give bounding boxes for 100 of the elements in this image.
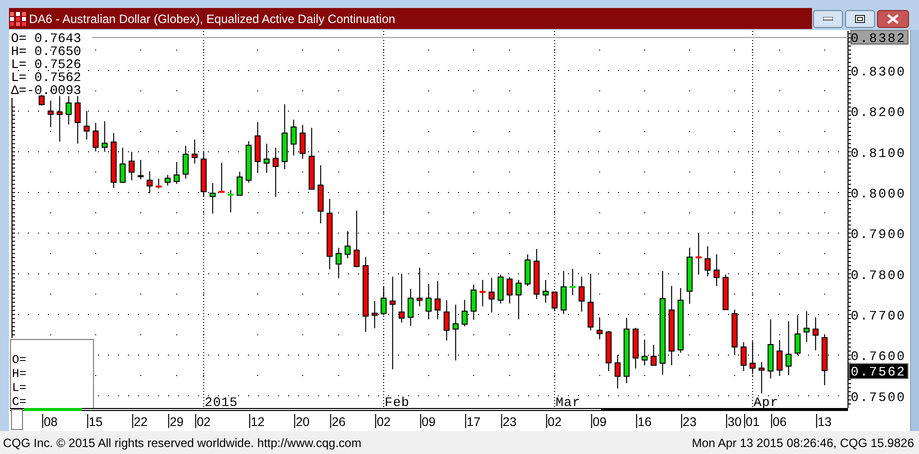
date-label: 17 (466, 415, 481, 429)
candlestick (678, 288, 684, 354)
candlestick (128, 151, 135, 181)
cursor-legend-label: H= (12, 367, 26, 381)
candlestick (120, 147, 126, 184)
candlestick (210, 182, 216, 214)
candlestick (768, 318, 774, 379)
date-label: 09 (422, 415, 436, 429)
candlestick (290, 119, 297, 156)
minimize-button[interactable] (813, 10, 843, 28)
candlestick (452, 304, 459, 361)
last-price-label: 0.7562 (848, 363, 908, 380)
close-button[interactable] (877, 10, 909, 28)
candlestick (570, 268, 576, 296)
candlestick (758, 362, 765, 394)
candlestick (624, 317, 630, 384)
candlestick (48, 100, 54, 128)
candlestick (578, 276, 585, 312)
candlestick (138, 159, 144, 180)
date-label: 30 (728, 415, 742, 429)
candlestick (786, 320, 792, 376)
date-label: 26 (332, 415, 346, 429)
candlestick (506, 276, 513, 304)
date-label: 20 (296, 415, 310, 429)
candlestick (444, 300, 450, 341)
legend-text: Δ=-0.0093 (11, 83, 82, 98)
candlestick (336, 247, 342, 279)
date-label: 02 (196, 415, 211, 429)
status-timestamp: Mon Apr 13 2015 08:26:46, CQG 15.9826 (692, 434, 915, 452)
scrollbar[interactable] (910, 30, 919, 431)
price-label: 0.7600 (850, 349, 906, 364)
candlestick (236, 171, 243, 196)
candlestick (488, 277, 495, 313)
candlestick (192, 139, 198, 164)
candlestick (498, 274, 504, 304)
candlestick (102, 120, 108, 152)
close-icon (887, 14, 899, 24)
candlestick (408, 288, 414, 326)
legend-text: L= 0.7526 (11, 57, 82, 72)
candlestick (596, 316, 603, 340)
candlestick (560, 270, 567, 315)
candlestick (606, 330, 612, 372)
range-bar (24, 408, 82, 411)
date-label: 15 (88, 415, 103, 429)
date-label: 16 (638, 415, 652, 429)
candlestick (722, 274, 729, 310)
candlestick (480, 279, 486, 307)
legend-text: L= 0.7562 (11, 70, 82, 85)
date-label: 29 (170, 415, 184, 429)
candlestick (426, 283, 432, 320)
cursor-legend-label: L= (12, 381, 26, 395)
maximize-button[interactable] (845, 10, 875, 28)
price-label: 0.7900 (850, 227, 906, 242)
month-label: Mar (556, 395, 581, 410)
price-label: 0.8300 (850, 64, 906, 80)
candlestick (308, 127, 315, 190)
candlestick (524, 254, 531, 286)
price-label: 0.8100 (850, 146, 906, 161)
date-label: 01 (746, 415, 760, 429)
date-label: 02 (548, 415, 562, 429)
candlestick (642, 339, 648, 366)
candlestick (92, 122, 99, 152)
candlestick (470, 284, 477, 320)
scale-high-label: 0.8382 (850, 30, 908, 46)
price-label: 0.8000 (850, 186, 906, 202)
candlestick (326, 198, 333, 270)
candlestick (38, 94, 45, 106)
date-label: 06 (772, 415, 787, 429)
date-label: 23 (502, 415, 517, 429)
window-title: DA6 - Australian Dollar (Globex), Equalized Active Daily Continuation (29, 10, 396, 28)
date-label: 13 (818, 415, 832, 429)
cursor-legend-label: C= (12, 395, 26, 409)
candlestick (164, 174, 171, 186)
date-label: 22 (134, 415, 148, 429)
date-label: 08 (44, 415, 58, 429)
legend-text: O= 0.7643 (11, 31, 82, 46)
scroll-handle[interactable] (11, 409, 23, 430)
candlestick (66, 96, 72, 126)
price-label: 0.8200 (850, 105, 906, 120)
month-label: 2015 (204, 395, 238, 410)
date-label: 02 (376, 415, 391, 429)
candlestick (686, 247, 693, 304)
candlestick (650, 344, 657, 366)
candlestick (174, 161, 180, 184)
candlestick (318, 164, 324, 224)
candlestick (74, 96, 81, 144)
price-label: 0.7500 (850, 390, 906, 405)
copyright-text: CQG Inc. © 2015 All rights reserved worldwide. http://www.cqg.com (3, 434, 362, 452)
candlestick (542, 279, 549, 304)
candlestick (156, 178, 162, 189)
date-label: 23 (682, 415, 697, 429)
cursor-legend-label: O= (12, 353, 26, 367)
candlestick (246, 140, 252, 184)
date-label: 09 (592, 415, 607, 429)
candlestick (812, 316, 819, 351)
candlestick (272, 147, 279, 198)
candlestick (516, 279, 522, 320)
minimize-icon (823, 17, 833, 21)
candlestick (714, 254, 720, 286)
candlestick (534, 248, 540, 300)
